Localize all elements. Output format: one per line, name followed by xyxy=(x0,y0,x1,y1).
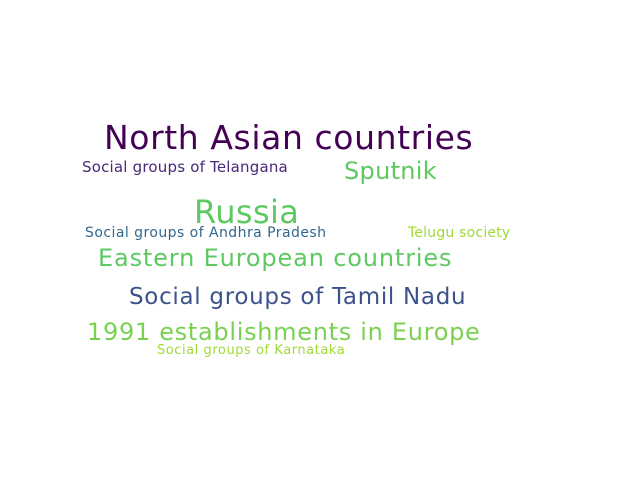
word-1991-establishments-in-europe: 1991 establishments in Europe xyxy=(87,318,481,346)
word-social-groups-karnataka: Social groups of Karnataka xyxy=(157,343,346,358)
word-russia: Russia xyxy=(194,193,300,231)
word-social-groups-telangana: Social groups of Telangana xyxy=(82,158,288,176)
word-social-groups-tamil-nadu: Social groups of Tamil Nadu xyxy=(129,284,467,310)
word-cloud: North Asian countries Social groups of T… xyxy=(0,0,640,480)
word-eastern-european-countries: Eastern European countries xyxy=(98,244,453,272)
word-telugu-society: Telugu society xyxy=(408,225,511,241)
word-social-groups-andhra-pradesh: Social groups of Andhra Pradesh xyxy=(85,225,327,241)
word-north-asian-countries: North Asian countries xyxy=(104,118,474,157)
word-sputnik: Sputnik xyxy=(344,157,437,185)
